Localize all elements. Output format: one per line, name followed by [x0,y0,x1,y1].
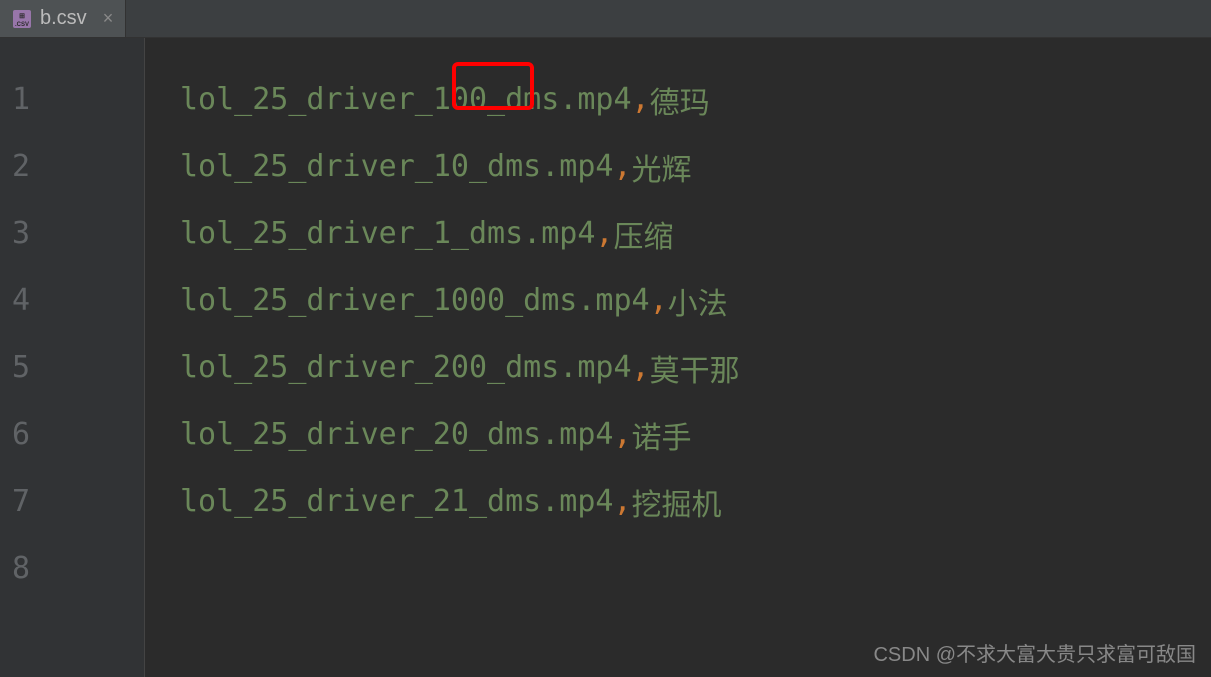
csv-separator: , [595,216,613,251]
csv-separator: , [613,484,631,519]
csv-filename: lol_25_driver_200_dms.mp4 [180,350,632,385]
csv-label: 小法 [668,279,728,323]
csv-filename: lol_25_driver_10_dms.mp4 [180,149,613,184]
tab-bar: ⊞ .CSV b.csv × [0,0,1211,38]
code-line [180,535,1211,602]
line-number: 5 [0,334,144,401]
svg-text:.CSV: .CSV [15,22,29,28]
code-line: lol_25_driver_1000_dms.mp4,小法 [180,267,1211,334]
file-tab[interactable]: ⊞ .CSV b.csv × [0,0,126,37]
csv-separator: , [613,149,631,184]
csv-filename: lol_25_driver_100_dms.mp4 [180,82,632,117]
csv-separator: , [650,283,668,318]
code-line: lol_25_driver_20_dms.mp4,诺手 [180,401,1211,468]
csv-filename: lol_25_driver_21_dms.mp4 [180,484,613,519]
code-line: lol_25_driver_21_dms.mp4,挖掘机 [180,468,1211,535]
csv-filename: lol_25_driver_1000_dms.mp4 [180,283,650,318]
watermark: CSDN @不求大富大贵只求富可敌国 [873,638,1196,667]
line-number-gutter: 1 2 3 4 5 6 7 8 [0,38,145,677]
line-number: 3 [0,200,144,267]
csv-separator: , [613,417,631,452]
csv-separator: , [632,350,650,385]
code-line: lol_25_driver_200_dms.mp4,莫干那 [180,334,1211,401]
csv-filename: lol_25_driver_1_dms.mp4 [180,216,595,251]
csv-label: 挖掘机 [632,480,722,524]
csv-label: 莫干那 [650,346,740,390]
line-number: 4 [0,267,144,334]
editor-area: 1 2 3 4 5 6 7 8 lol_25_driver_100_dms.mp… [0,38,1211,677]
csv-label: 诺手 [632,413,692,457]
line-number: 8 [0,535,144,602]
code-line: lol_25_driver_1_dms.mp4,压缩 [180,200,1211,267]
code-content[interactable]: lol_25_driver_100_dms.mp4,德玛 lol_25_driv… [145,38,1211,677]
csv-separator: , [632,82,650,117]
csv-label: 压缩 [613,212,673,256]
code-line: lol_25_driver_100_dms.mp4,德玛 [180,66,1211,133]
csv-file-icon: ⊞ .CSV [12,9,32,29]
csv-label: 德玛 [650,78,710,122]
csv-filename: lol_25_driver_20_dms.mp4 [180,417,613,452]
line-number: 6 [0,401,144,468]
svg-text:⊞: ⊞ [19,13,25,20]
close-icon[interactable]: × [103,8,114,29]
code-line: lol_25_driver_10_dms.mp4,光辉 [180,133,1211,200]
csv-label: 光辉 [632,145,692,189]
tab-filename: b.csv [40,7,87,30]
line-number: 7 [0,468,144,535]
line-number: 1 [0,66,144,133]
line-number: 2 [0,133,144,200]
